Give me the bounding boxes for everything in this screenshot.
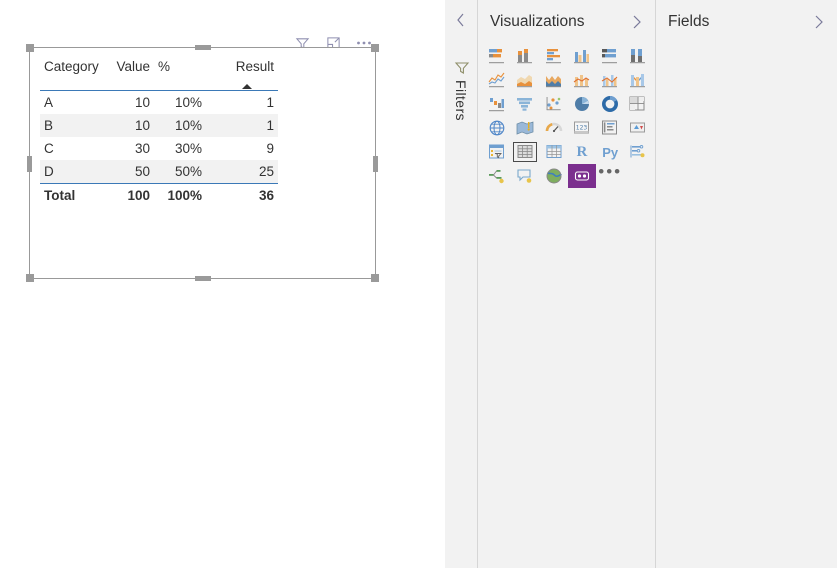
visualizations-header: Visualizations (478, 0, 655, 44)
funnel-chart-icon[interactable] (511, 92, 539, 116)
more-visuals-icon[interactable]: ••• (596, 163, 624, 188)
treemap-icon[interactable] (624, 92, 652, 116)
table-visual-container[interactable]: Category Value % Result A 10 10% 1 B 10 … (26, 44, 379, 282)
cell-result: 25 (206, 160, 278, 183)
arcgis-map-icon[interactable] (540, 164, 568, 188)
fields-title: Fields (668, 13, 710, 30)
ribbon-chart-icon[interactable] (624, 68, 652, 92)
map-icon[interactable] (483, 116, 511, 140)
line-chart-icon[interactable] (483, 68, 511, 92)
cell-percent: 10% (154, 114, 206, 137)
stacked-column-chart-icon[interactable] (511, 44, 539, 68)
report-canvas[interactable]: Category Value % Result A 10 10% 1 B 10 … (0, 0, 445, 568)
visualizations-title: Visualizations (490, 13, 585, 30)
chevron-right-icon[interactable] (813, 14, 827, 30)
key-influencers-icon[interactable] (624, 140, 652, 164)
power-bi-visual-icon[interactable] (567, 164, 596, 188)
scatter-chart-icon[interactable] (540, 92, 568, 116)
filled-map-icon[interactable] (511, 116, 539, 140)
table-row[interactable]: D 50 50% 25 (40, 160, 278, 183)
cell-result: 1 (266, 95, 274, 110)
table-row[interactable]: A 10 10% 1 (40, 91, 278, 114)
chevron-right-icon[interactable] (631, 14, 645, 30)
gauge-icon[interactable] (540, 116, 568, 140)
table-icon[interactable] (511, 140, 539, 164)
cell-category: B (40, 114, 107, 137)
chevron-left-icon[interactable] (454, 12, 470, 28)
sort-ascending-icon (242, 84, 252, 89)
total-value: 100 (127, 188, 150, 203)
column-header-category[interactable]: Category (40, 59, 107, 90)
waterfall-chart-icon[interactable] (483, 92, 511, 116)
matrix-icon[interactable] (540, 140, 568, 164)
resize-handle-middle-right[interactable] (373, 156, 378, 172)
stacked-bar-chart-icon[interactable] (483, 44, 511, 68)
decomposition-tree-icon[interactable] (483, 164, 511, 188)
table-row[interactable]: B 10 10% 1 (40, 114, 278, 137)
total-label: Total (44, 188, 76, 203)
clustered-bar-chart-icon[interactable] (540, 44, 568, 68)
filter-funnel-icon (454, 60, 470, 76)
line-clustered-column-chart-icon[interactable] (596, 68, 624, 92)
python-visual-icon[interactable]: Py (596, 140, 624, 164)
cell-value: 10 (134, 95, 150, 110)
table-visual[interactable]: Category Value % Result A 10 10% 1 B 10 … (40, 56, 278, 207)
cell-category: D (40, 160, 107, 183)
resize-handle-bottom-right[interactable] (371, 274, 379, 282)
cell-category: C (44, 141, 54, 156)
table-total-row: Total 100 100% 36 (40, 184, 278, 207)
pie-chart-icon[interactable] (568, 92, 596, 116)
cell-value: 30 (134, 141, 150, 156)
cell-result: 1 (206, 114, 278, 137)
fields-pane: Fields Search (656, 0, 837, 568)
cell-percent: 50% (154, 160, 206, 183)
svg-text:123: 123 (576, 124, 588, 131)
kpi-icon[interactable] (624, 116, 652, 140)
cell-result: 9 (266, 141, 274, 156)
resize-handle-top-center[interactable] (195, 45, 211, 50)
column-header-value[interactable]: Value (107, 59, 154, 90)
column-header-percent[interactable]: % (154, 59, 206, 90)
table-header-row: Category Value % Result (40, 56, 278, 90)
card-icon[interactable]: 123 (568, 116, 596, 140)
clustered-column-chart-icon[interactable] (568, 44, 596, 68)
qna-visual-icon[interactable] (511, 164, 539, 188)
resize-handle-bottom-left[interactable] (26, 274, 34, 282)
visualizations-pane: Visualizations 123 R Py ••• (478, 0, 656, 568)
table-row[interactable]: C 30 30% 9 (40, 137, 278, 160)
line-stacked-column-chart-icon[interactable] (568, 68, 596, 92)
stacked-area-chart-icon[interactable] (540, 68, 568, 92)
100-stacked-column-chart-icon[interactable] (624, 44, 652, 68)
multi-row-card-icon[interactable] (596, 116, 624, 140)
cell-category: A (44, 95, 54, 110)
fields-header: Fields (656, 0, 837, 44)
area-chart-icon[interactable] (511, 68, 539, 92)
cell-percent: 30% (174, 141, 202, 156)
total-percent: 100% (167, 188, 202, 203)
resize-handle-top-right[interactable] (371, 44, 379, 52)
slicer-icon[interactable] (483, 140, 511, 164)
filters-pane-collapsed[interactable]: Filters (445, 0, 478, 568)
resize-handle-top-left[interactable] (26, 44, 34, 52)
filters-pane-title: Filters (453, 80, 469, 121)
total-result: 36 (258, 188, 274, 203)
resize-handle-middle-left[interactable] (27, 156, 32, 172)
cell-value: 10 (107, 114, 154, 137)
r-script-visual-icon[interactable]: R (568, 140, 596, 164)
cell-percent: 10% (174, 95, 202, 110)
visualization-type-grid[interactable]: 123 R Py ••• (481, 44, 653, 188)
100-stacked-bar-chart-icon[interactable] (596, 44, 624, 68)
cell-value: 50 (107, 160, 154, 183)
donut-chart-icon[interactable] (596, 92, 624, 116)
resize-handle-bottom-center[interactable] (195, 276, 211, 281)
